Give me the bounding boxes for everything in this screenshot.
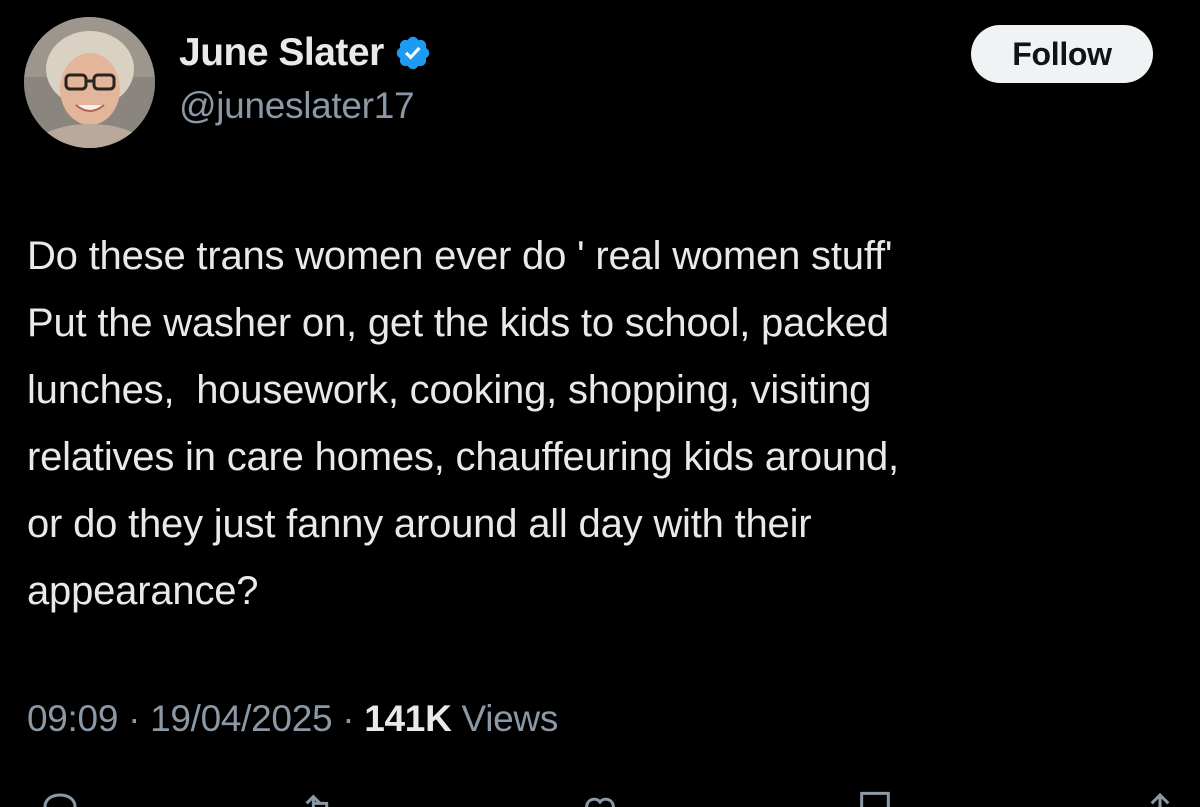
avatar[interactable]	[24, 17, 155, 148]
meta-separator: ·	[332, 698, 365, 739]
tweet-date[interactable]: 19/04/2025	[150, 698, 332, 739]
follow-button[interactable]: Follow	[971, 25, 1153, 83]
reply-icon[interactable]	[40, 790, 80, 807]
author-name[interactable]: June Slater	[179, 31, 384, 75]
tweet-text: Do these trans women ever do ' real wome…	[27, 234, 899, 613]
like-icon[interactable]	[580, 790, 620, 807]
share-icon[interactable]	[1140, 790, 1180, 807]
author-handle[interactable]: @juneslater17	[179, 85, 415, 127]
views-label: Views	[461, 698, 559, 739]
tweet-card: June Slater @juneslater17 Follow Do thes…	[0, 0, 1200, 807]
tweet-time[interactable]: 09:09	[27, 698, 118, 739]
tweet-meta: 09:09 · 19/04/2025 · 141K Views	[27, 698, 558, 740]
author-name-row: June Slater	[179, 28, 432, 78]
meta-separator: ·	[118, 698, 151, 739]
bookmark-icon[interactable]	[855, 790, 895, 807]
views-count: 141K	[364, 698, 452, 739]
action-bar	[0, 790, 1200, 807]
verified-badge-icon	[394, 34, 432, 72]
avatar-image	[24, 17, 155, 148]
retweet-icon[interactable]	[300, 790, 340, 807]
